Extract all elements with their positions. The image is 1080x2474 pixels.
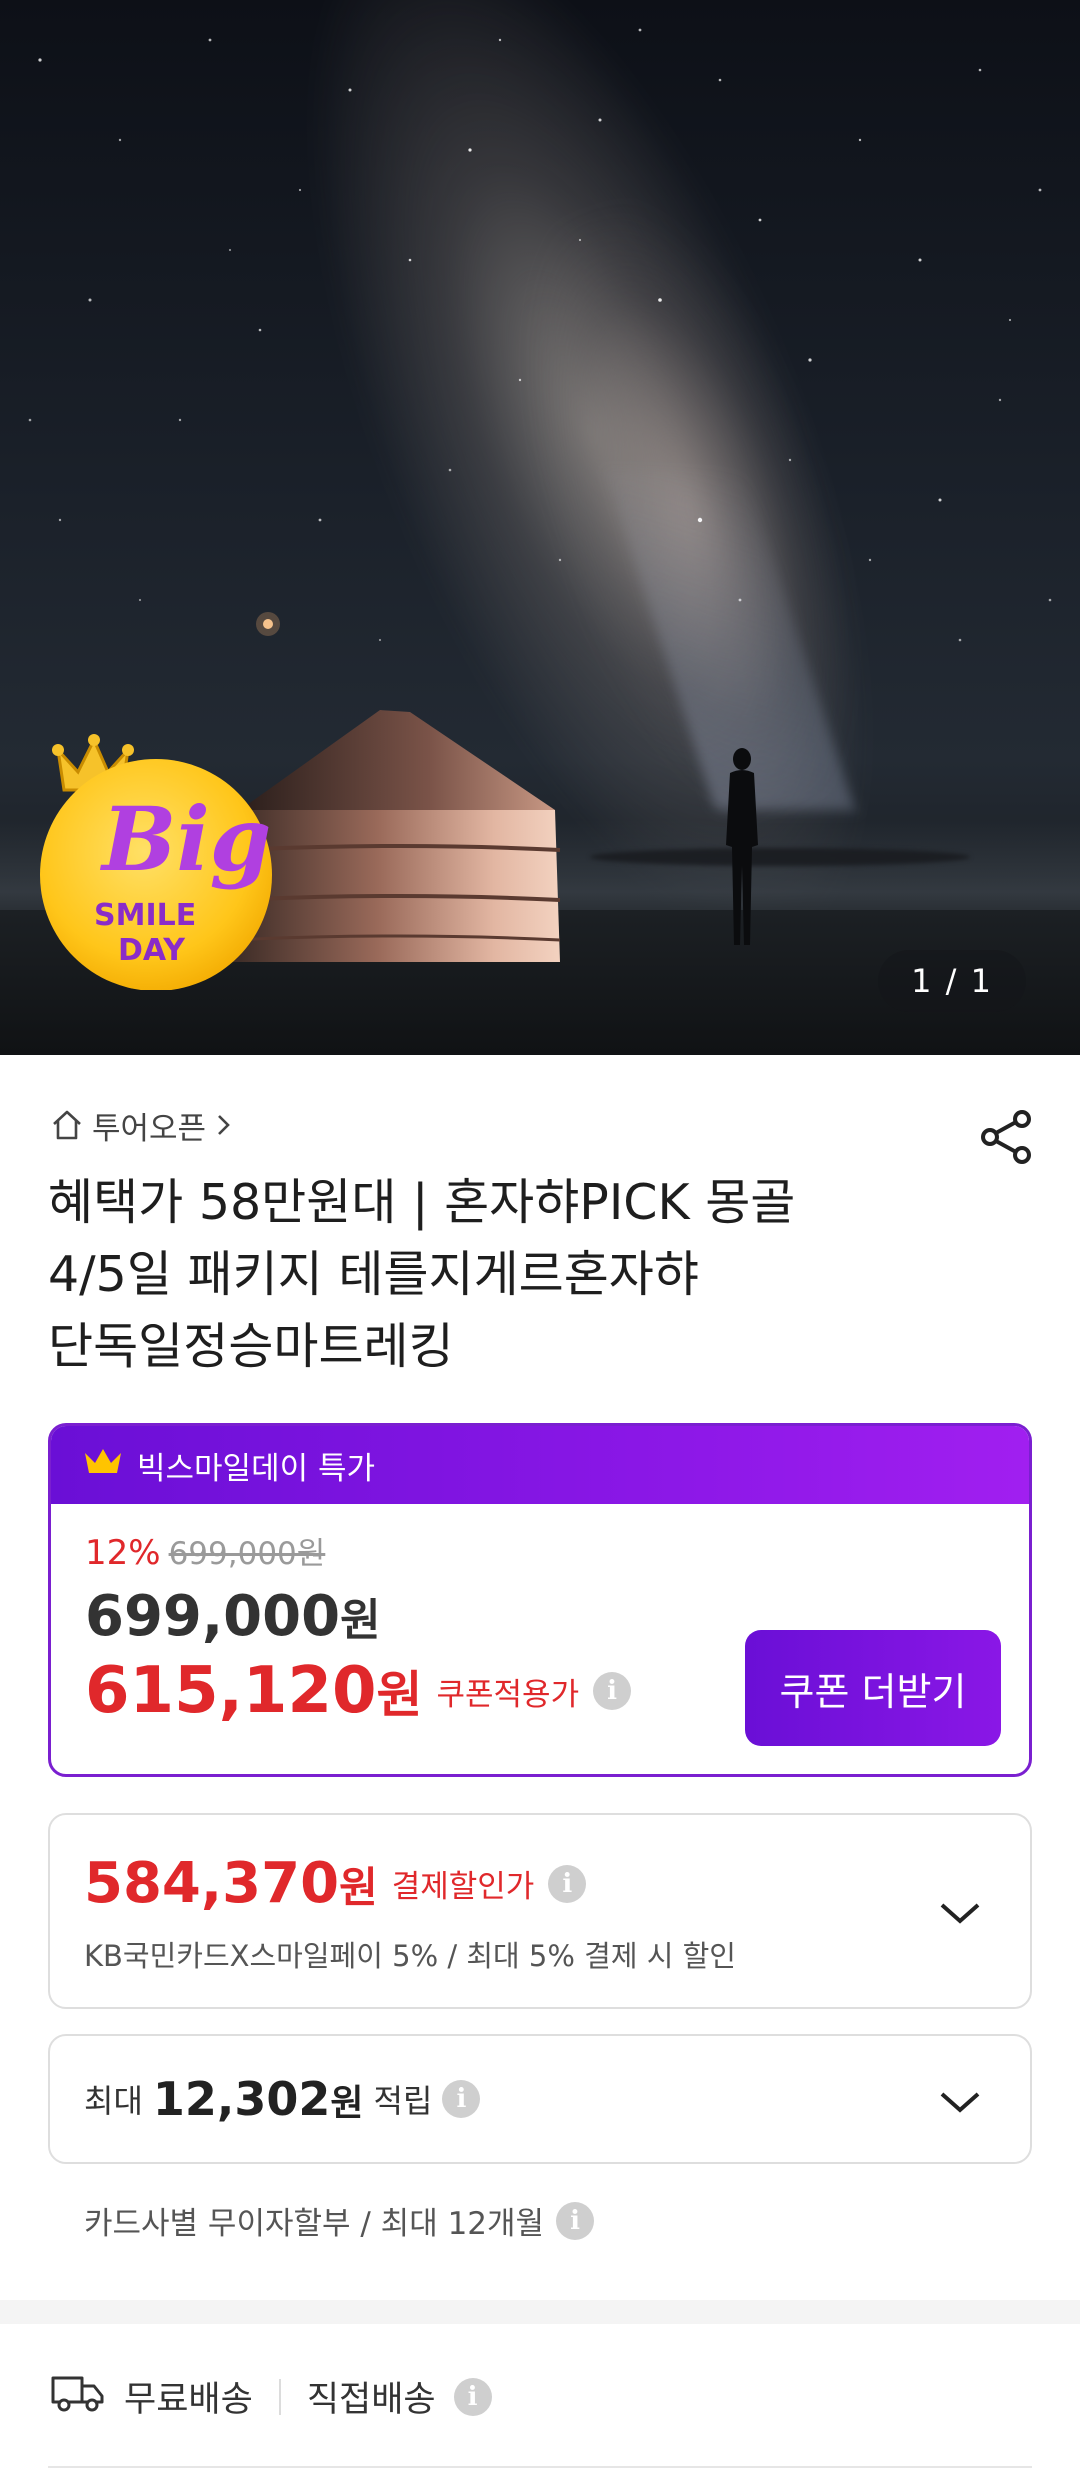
shipping-info: 무료배송 직접배송 i <box>50 2370 492 2423</box>
sale-price: 699,000원 <box>85 1584 381 1649</box>
svg-text:SMILE: SMILE <box>94 898 196 933</box>
crown-icon <box>83 1445 123 1485</box>
delivery-truck-icon <box>50 2370 106 2423</box>
installment-info: 카드사별 무이자할부 / 최대 12개월 i <box>84 2198 595 2243</box>
discount-row: 12% 699,000원 <box>85 1528 325 1573</box>
coupon-price: 615,120원 <box>85 1654 423 1728</box>
points-prefix: 최대 <box>84 2082 143 2120</box>
coupon-price-label: 쿠폰적용가 <box>436 1676 580 1713</box>
share-icon[interactable] <box>978 1109 1034 1165</box>
product-image[interactable]: Big SMILE DAY 1 / 1 <box>0 0 1080 1055</box>
points-amount: 12,302원 <box>152 2072 364 2126</box>
person-silhouette <box>726 748 758 945</box>
info-icon[interactable]: i <box>453 2377 492 2416</box>
free-shipping-label: 무료배송 <box>124 2380 253 2420</box>
chevron-down-icon[interactable] <box>938 2088 982 2116</box>
info-icon[interactable]: i <box>593 1672 632 1710</box>
original-price: 699,000원 <box>168 1536 326 1572</box>
title-line: 혜택가 58만원대 | 혼자햐PICK 몽골 <box>48 1174 796 1231</box>
price-details: 12% 699,000원 699,000원 615,120원 쿠폰적용가 i 쿠… <box>51 1504 1029 1774</box>
product-title: 혜택가 58만원대 | 혼자햐PICK 몽골 4/5일 패키지 테를지게르혼자햐… <box>48 1167 948 1383</box>
card-discount-row: 584,370원 결제할인가 i <box>84 1851 587 1916</box>
chevron-down-icon[interactable] <box>938 1899 982 1927</box>
seller-name: 투어오픈 <box>92 1110 207 1147</box>
shipping-separator <box>278 2378 281 2415</box>
bottom-divider <box>48 2466 1032 2468</box>
direct-delivery-label: 직접배송 <box>306 2380 436 2420</box>
svg-text:DAY: DAY <box>118 933 186 968</box>
points-row: 최대 12,302원 적립 i <box>84 2072 481 2126</box>
info-icon[interactable]: i <box>442 2080 481 2118</box>
home-icon <box>50 1108 84 1142</box>
chevron-right-icon <box>214 1111 234 1139</box>
section-divider <box>0 2300 1080 2324</box>
big-smile-day-badge: Big SMILE DAY <box>40 734 272 990</box>
points-box[interactable]: 최대 12,302원 적립 i <box>48 2034 1032 2164</box>
installment-text: 카드사별 무이자할부 / 최대 12개월 <box>84 2206 545 2242</box>
special-price-title: 빅스마일데이 특가 <box>137 1450 376 1487</box>
card-discount-box[interactable]: 584,370원 결제할인가 i KB국민카드X스마일페이 5% / 최대 5%… <box>48 1813 1032 2009</box>
title-line: 단독일정승마트레킹 <box>48 1318 454 1375</box>
special-price-header: 빅스마일데이 특가 <box>51 1426 1029 1504</box>
low-cloud <box>590 848 970 866</box>
coupon-price-row: 615,120원 쿠폰적용가 i <box>85 1654 632 1728</box>
discount-rate: 12% <box>85 1533 161 1573</box>
special-price-box: 빅스마일데이 특가 12% 699,000원 699,000원 615,120원… <box>48 1423 1032 1777</box>
card-discount-label: 결제할인가 <box>391 1869 535 1905</box>
info-icon[interactable]: i <box>548 1864 587 1903</box>
svg-text:Big: Big <box>99 787 271 891</box>
points-suffix: 적립 <box>373 2082 433 2120</box>
image-counter: 1 / 1 <box>878 950 1026 1012</box>
card-discount-description: KB국민카드X스마일페이 5% / 최대 5% 결제 시 할인 <box>84 1939 736 1973</box>
seller-breadcrumb[interactable]: 투어오픈 <box>50 1105 234 1147</box>
info-icon[interactable]: i <box>556 2201 595 2240</box>
card-discount-price: 584,370원 <box>84 1851 378 1916</box>
more-coupon-button[interactable]: 쿠폰 더받기 <box>745 1630 1001 1746</box>
title-line: 4/5일 패키지 테를지게르혼자햐 <box>48 1246 699 1303</box>
